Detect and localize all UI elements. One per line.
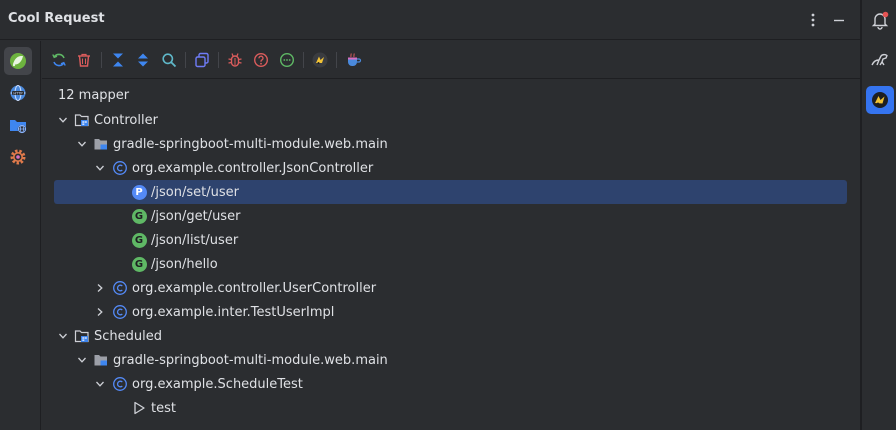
right-sidebar (861, 0, 896, 430)
group-folder-icon (74, 328, 90, 344)
method-badge: G (131, 208, 147, 224)
tool-window-title: Cool Request (8, 11, 105, 26)
chevron-right-icon[interactable] (93, 281, 107, 295)
comment-icon[interactable] (277, 50, 297, 70)
tree-node-json-controller[interactable]: org.example.controller.JsonController (54, 156, 847, 180)
class-icon (112, 280, 128, 296)
endpoint-row[interactable]: G /json/list/user (54, 228, 847, 252)
help-icon[interactable] (251, 50, 271, 70)
class-icon (112, 160, 128, 176)
tree-node-label: org.example.ScheduleTest (132, 376, 303, 392)
chevron-down-icon[interactable] (56, 329, 70, 343)
get-method-icon: G (131, 208, 147, 224)
settings-gear-icon[interactable] (4, 143, 32, 171)
tree-node-label: org.example.controller.JsonController (132, 160, 374, 176)
bug-icon[interactable] (225, 50, 245, 70)
class-icon (112, 304, 128, 320)
tree-node-label: org.example.controller.UserController (132, 280, 377, 296)
cool-request-icon[interactable] (866, 86, 894, 114)
endpoint-path: /json/hello (151, 256, 218, 272)
collapse-all-icon[interactable] (108, 50, 128, 70)
run-play-icon (131, 400, 147, 416)
mapper-count-label: 12 mapper (58, 88, 130, 103)
tree-node-label: Controller (94, 112, 158, 128)
tree-node-schedule-method[interactable]: test (54, 396, 847, 420)
vertical-ellipsis-icon[interactable] (803, 10, 823, 30)
tree-node-label: gradle-springboot-multi-module.web.main (113, 136, 388, 152)
tree-node-controller[interactable]: Controller (54, 108, 847, 132)
tree-node-controller-module[interactable]: gradle-springboot-multi-module.web.main (54, 132, 847, 156)
chevron-down-icon[interactable] (93, 161, 107, 175)
chevron-down-icon[interactable] (93, 377, 107, 391)
expand-all-icon[interactable] (133, 50, 153, 70)
tree-node-label: gradle-springboot-multi-module.web.main (113, 352, 388, 368)
endpoint-row[interactable]: P /json/set/user (54, 180, 847, 204)
get-method-icon: G (131, 232, 147, 248)
get-method-icon: G (131, 256, 147, 272)
endpoint-path: /json/list/user (151, 232, 239, 248)
endpoint-path: /json/get/user (151, 208, 241, 224)
chevron-down-icon[interactable] (56, 113, 70, 127)
dino-icon[interactable] (866, 46, 894, 74)
toolbar-separator (336, 52, 337, 68)
left-sidebar: HTTP (0, 41, 41, 430)
coffee-icon[interactable] (343, 50, 363, 70)
tree-node-label: org.example.inter.TestUserImpl (132, 304, 335, 320)
tree-node-schedule-test[interactable]: org.example.ScheduleTest (54, 372, 847, 396)
minimize-icon[interactable] (829, 10, 849, 30)
tool-window: Cool Request HTTP 12 mapper Controller g… (0, 0, 860, 430)
endpoint-row[interactable]: G /json/hello (54, 252, 847, 276)
chevron-right-icon[interactable] (93, 305, 107, 319)
endpoint-path: /json/set/user (151, 184, 239, 200)
endpoint-row[interactable]: G /json/get/user (54, 204, 847, 228)
toolbar (42, 41, 860, 79)
copy-icon[interactable] (192, 50, 212, 70)
tree-node-test-user-impl[interactable]: org.example.inter.TestUserImpl (54, 300, 847, 324)
http-globe-icon[interactable]: HTTP (4, 79, 32, 107)
class-icon (112, 376, 128, 392)
group-folder-icon (74, 112, 90, 128)
tool-window-header: Cool Request (0, 0, 860, 40)
tree-node-scheduled[interactable]: Scheduled (54, 324, 847, 348)
post-method-icon: P (131, 184, 147, 200)
toolbar-separator (218, 52, 219, 68)
method-badge: G (131, 256, 147, 272)
search-icon[interactable] (159, 50, 179, 70)
refresh-icon[interactable] (49, 50, 69, 70)
spring-icon[interactable] (4, 47, 32, 75)
notifications-icon[interactable] (866, 6, 894, 34)
toolbar-separator (185, 52, 186, 68)
mapper-tree: 12 mapper Controller gradle-springboot-m… (42, 80, 860, 430)
toolbar-separator (303, 52, 304, 68)
chevron-down-icon[interactable] (75, 137, 89, 151)
tree-node-scheduled-module[interactable]: gradle-springboot-multi-module.web.main (54, 348, 847, 372)
sponsor-icon[interactable] (310, 50, 330, 70)
chevron-down-icon[interactable] (75, 353, 89, 367)
tree-node-label: Scheduled (94, 328, 162, 344)
tree-node-label: test (151, 400, 176, 416)
delete-icon[interactable] (74, 50, 94, 70)
svg-text:HTTP: HTTP (13, 91, 23, 95)
tree-node-user-controller[interactable]: org.example.controller.UserController (54, 276, 847, 300)
method-badge: G (131, 232, 147, 248)
folder-web-icon[interactable] (4, 111, 32, 139)
method-badge: P (131, 184, 147, 200)
toolbar-separator (101, 52, 102, 68)
module-folder-icon (93, 136, 109, 152)
module-folder-icon (93, 352, 109, 368)
